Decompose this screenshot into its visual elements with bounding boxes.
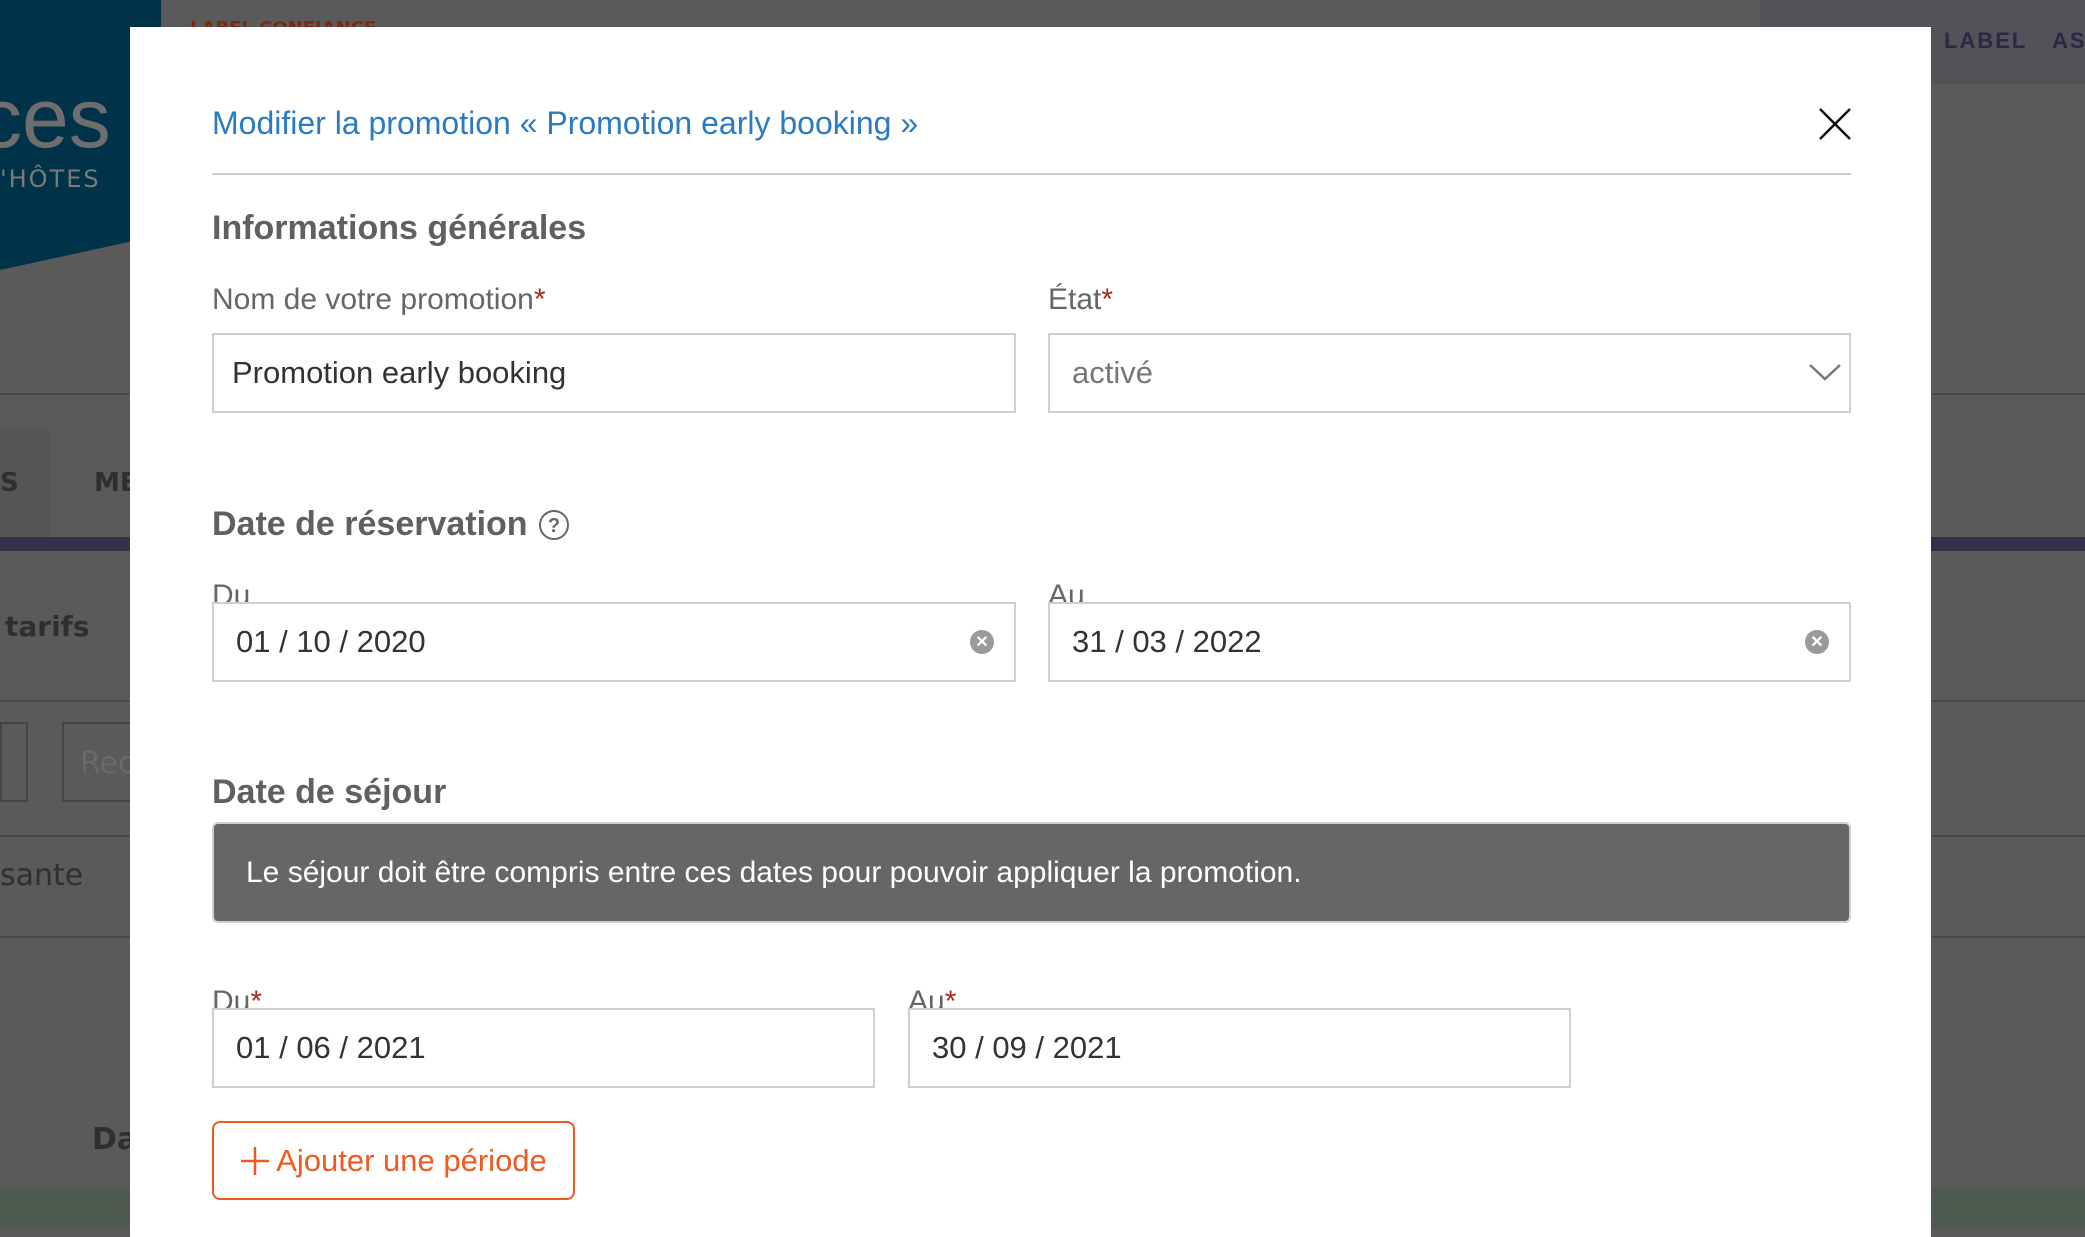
title-divider [212,173,1851,175]
plus-icon [241,1146,270,1175]
name-label: Nom de votre promotion* [212,283,546,316]
date-value: 01 / 10 / 2020 [236,624,426,659]
add-period-label: Ajouter une période [276,1142,547,1178]
logo-subtitle: 'HÔTES [0,165,101,193]
booking-to-date-input[interactable]: 31 / 03 / 2022 ✕ [1048,602,1851,682]
add-period-button[interactable]: Ajouter une période [212,1121,575,1200]
chevron-down-icon [1809,364,1841,381]
svg-text:?: ? [547,515,559,537]
section-heading-stay: Date de séjour [212,773,447,811]
date-value: 31 / 03 / 2022 [1072,624,1262,659]
promotion-name-input[interactable]: Promotion early booking [212,333,1016,413]
state-select[interactable]: activé [1048,333,1851,413]
stay-info-box: Le séjour doit être compris entre ces da… [212,822,1851,923]
help-icon[interactable]: ? [538,509,570,541]
nav-label[interactable]: LABEL [1944,28,2027,54]
close-icon[interactable] [1818,107,1852,141]
stay-from-date-input[interactable]: 01 / 06 / 2021 [212,1008,875,1088]
booking-from-date-input[interactable]: 01 / 10 / 2020 ✕ [212,602,1016,682]
stay-to-date-input[interactable]: 30 / 09 / 2021 [908,1008,1571,1088]
edit-promotion-modal: Modifier la promotion « Promotion early … [130,27,1931,1237]
clear-icon[interactable]: ✕ [1805,630,1829,654]
modal-title: Modifier la promotion « Promotion early … [212,105,919,141]
bg-heading: tarifs [5,610,90,643]
section-heading-general: Informations générales [212,209,587,247]
clear-icon[interactable]: ✕ [970,630,994,654]
section-heading-booking: Date de réservation ? [212,505,570,544]
bg-checkbox[interactable] [0,722,28,802]
state-selected-value: activé [1072,355,1153,390]
bg-text: sante [0,858,84,893]
nav-ass[interactable]: ASS [2052,28,2085,54]
state-label: État* [1048,283,1114,316]
nav-tab-label: S [0,468,19,498]
logo-text: ces [0,71,111,165]
